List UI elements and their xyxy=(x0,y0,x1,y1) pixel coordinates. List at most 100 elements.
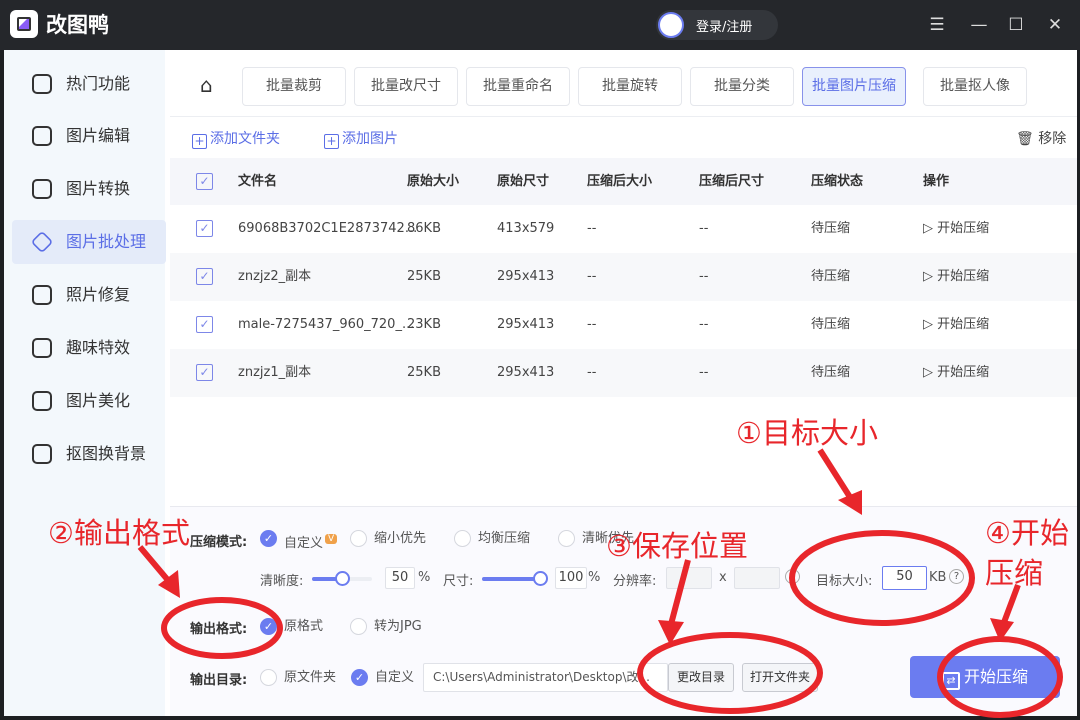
sidebar-item-batch[interactable]: 图片批处理 xyxy=(12,220,166,264)
percent-label: % xyxy=(588,570,600,585)
minimize-button[interactable]: — xyxy=(966,12,992,38)
cell-orig-size: 23KB xyxy=(407,301,441,348)
start-compress-row-button[interactable]: ▷ 开始压缩 xyxy=(923,349,989,396)
change-dir-button[interactable]: 更改目录 xyxy=(668,663,734,692)
format-jpg-radio[interactable]: 转为JPG xyxy=(350,618,422,636)
start-compress-row-button[interactable]: ▷ 开始压缩 xyxy=(923,301,989,348)
annotation-target-size: ①目标大小 xyxy=(736,410,878,452)
mode-balanced-radio[interactable]: 均衡压缩 xyxy=(454,530,530,548)
tab-batch-portrait[interactable]: 批量抠人像 xyxy=(923,67,1027,106)
radio-circle xyxy=(260,669,277,686)
play-icon: ▷ xyxy=(923,269,933,284)
cell-orig-dim: 295x413 xyxy=(497,349,554,396)
add-folder-label: 添加文件夹 xyxy=(210,131,280,147)
app-title: 改图鸭 xyxy=(46,9,109,39)
start-compress-row-button[interactable]: ▷ 开始压缩 xyxy=(923,253,989,300)
table-row[interactable]: ✓male-7275437_960_720_...23KB295x413----… xyxy=(170,301,1077,349)
row-checkbox[interactable]: ✓ xyxy=(196,364,213,381)
table-row[interactable]: ✓69068B3702C1E2873742...86KB413x579----待… xyxy=(170,205,1077,253)
cell-status: 待压缩 xyxy=(811,301,850,348)
remove-button[interactable]: 🗑 移除 xyxy=(1016,128,1066,148)
maximize-button[interactable]: ☐ xyxy=(1003,12,1029,38)
option-label: 缩小优先 xyxy=(374,531,426,546)
option-label: 自定义 xyxy=(284,536,323,551)
sidebar-item-label: 图片美化 xyxy=(66,391,130,410)
table-row[interactable]: ✓znzjz1_副本25KB295x413----待压缩▷ 开始压缩 xyxy=(170,349,1077,397)
tab-batch-rotate[interactable]: 批量旋转 xyxy=(578,67,682,106)
sidebar-item-convert[interactable]: 图片转换 xyxy=(12,167,166,211)
tab-batch-compress[interactable]: 批量图片压缩 xyxy=(802,67,906,106)
sidebar-item-effects[interactable]: 趣味特效 xyxy=(12,326,166,370)
slider-handle[interactable] xyxy=(533,571,548,586)
option-label: 均衡压缩 xyxy=(478,531,530,546)
size-input[interactable]: 100 xyxy=(555,567,587,589)
check-icon: ✓ xyxy=(260,618,277,635)
start-compress-button[interactable]: ⇄开始压缩 xyxy=(910,656,1060,698)
tab-batch-crop[interactable]: 批量裁剪 xyxy=(242,67,346,106)
tab-batch-resize[interactable]: 批量改尺寸 xyxy=(354,67,458,106)
resolution-width-input[interactable] xyxy=(666,567,712,589)
add-folder-button[interactable]: +添加文件夹 xyxy=(192,128,280,149)
clarity-label: 清晰度: xyxy=(260,570,303,589)
tab-batch-classify[interactable]: 批量分类 xyxy=(690,67,794,106)
annotation-start-1: ④开始 xyxy=(985,510,1069,552)
select-all-checkbox[interactable]: ✓ xyxy=(196,173,213,190)
image-edit-icon xyxy=(32,126,52,146)
batch-icon xyxy=(31,231,54,254)
resolution-height-input[interactable] xyxy=(734,567,780,589)
clarity-input[interactable]: 50 xyxy=(385,567,415,589)
slider-handle[interactable] xyxy=(335,571,350,586)
help-icon[interactable]: ? xyxy=(949,569,964,584)
target-size-input[interactable]: 50 xyxy=(882,566,927,590)
menu-icon[interactable]: ☰ xyxy=(924,12,950,38)
image-icon xyxy=(32,391,52,411)
annotation-output-format: ②输出格式 xyxy=(48,510,190,552)
size-slider[interactable] xyxy=(482,577,540,581)
radio-circle xyxy=(350,530,367,547)
table-row[interactable]: ✓znzjz2_副本25KB295x413----待压缩▷ 开始压缩 xyxy=(170,253,1077,301)
avatar xyxy=(658,12,684,38)
format-original-radio[interactable]: ✓原格式 xyxy=(260,618,323,636)
format-label: 输出格式: xyxy=(190,618,247,637)
table-header: ✓ 文件名 原始大小 原始尺寸 压缩后大小 压缩后尺寸 压缩状态 操作 xyxy=(170,158,1077,205)
add-image-button[interactable]: +添加图片 xyxy=(324,128,398,149)
slider-fill xyxy=(482,577,540,581)
kb-unit: KB xyxy=(929,570,946,585)
size-label: 尺寸: xyxy=(443,570,473,589)
folder-plus-icon: + xyxy=(192,134,207,149)
percent-label: % xyxy=(418,570,430,585)
col-new-size: 压缩后大小 xyxy=(587,158,652,205)
clarity-slider[interactable] xyxy=(312,577,372,581)
row-checkbox[interactable]: ✓ xyxy=(196,220,213,237)
action-label: 开始压缩 xyxy=(937,221,989,236)
start-compress-row-button[interactable]: ▷ 开始压缩 xyxy=(923,205,989,252)
add-image-label: 添加图片 xyxy=(342,131,398,147)
home-icon[interactable]: ⌂ xyxy=(200,75,220,95)
col-filename: 文件名 xyxy=(238,158,277,205)
open-folder-button[interactable]: 打开文件夹 xyxy=(742,663,818,692)
check-icon: ✓ xyxy=(260,530,277,547)
col-orig-size: 原始大小 xyxy=(407,158,459,205)
row-checkbox[interactable]: ✓ xyxy=(196,316,213,333)
cell-status: 待压缩 xyxy=(811,349,850,396)
sidebar-item-repair[interactable]: 照片修复 xyxy=(12,273,166,317)
close-button[interactable]: ✕ xyxy=(1042,12,1068,38)
dir-original-radio[interactable]: 原文件夹 xyxy=(260,669,336,687)
cell-filename: male-7275437_960_720_... xyxy=(238,301,414,348)
magic-wand-icon xyxy=(32,338,52,358)
login-button[interactable]: 登录/注册 xyxy=(656,10,778,40)
login-label: 登录/注册 xyxy=(696,16,752,35)
sidebar-item-hot[interactable]: 热门功能 xyxy=(12,62,166,106)
tab-batch-rename[interactable]: 批量重命名 xyxy=(466,67,570,106)
sidebar-item-cutout[interactable]: 抠图换背景 xyxy=(12,432,166,476)
mode-shrink-radio[interactable]: 缩小优先 xyxy=(350,530,426,548)
flame-icon xyxy=(32,74,52,94)
action-label: 开始压缩 xyxy=(937,317,989,332)
output-path-input[interactable]: C:\Users\Administrator\Desktop\改... xyxy=(423,663,668,692)
dir-custom-radio[interactable]: ✓自定义 xyxy=(351,669,414,687)
sidebar-item-beautify[interactable]: 图片美化 xyxy=(12,379,166,423)
help-icon[interactable]: ? xyxy=(785,569,800,584)
sidebar-item-edit[interactable]: 图片编辑 xyxy=(12,114,166,158)
mode-custom-radio[interactable]: ✓自定义V xyxy=(260,530,337,553)
row-checkbox[interactable]: ✓ xyxy=(196,268,213,285)
